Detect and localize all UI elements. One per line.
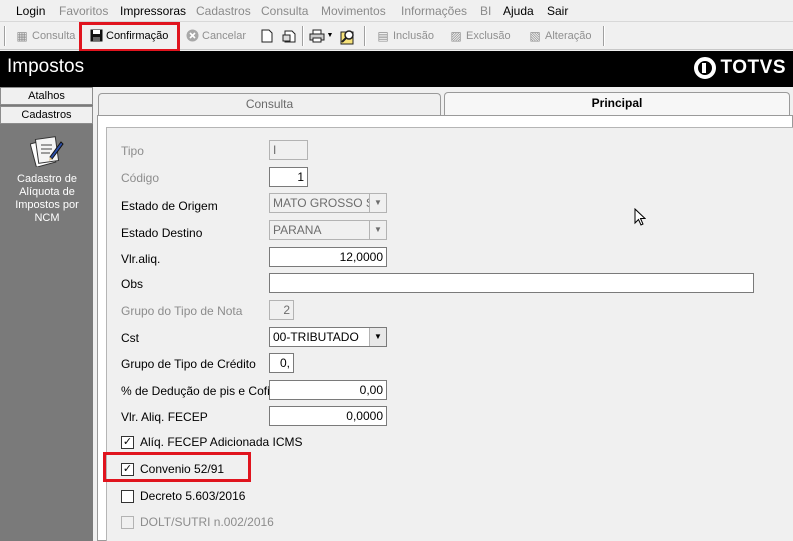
menu-cadastros[interactable]: Cadastros [196, 4, 251, 18]
checkbox-empty-icon[interactable] [121, 489, 134, 503]
left-panel: Atalhos Cadastros Cadastro de Alíquota d… [0, 87, 93, 541]
codigo-field[interactable]: 1 [269, 167, 308, 187]
edit-record-icon: ▧ [529, 29, 541, 43]
exclusao-button-label: Exclusão [466, 30, 511, 42]
alteracao-button[interactable]: ▧ Alteração [525, 25, 594, 47]
chevron-down-icon: ▼ [326, 32, 334, 39]
vlr-aliq-fecep-field[interactable]: 0,0000 [269, 406, 387, 426]
new-document-icon [260, 29, 274, 43]
cancel-icon [185, 29, 199, 43]
estado-destino-label: Estado Destino [121, 226, 203, 240]
checkmark-icon[interactable]: ✓ [121, 435, 134, 449]
obs-label: Obs [121, 277, 144, 291]
menu-impressoras[interactable]: Impressoras [120, 4, 186, 18]
search-help-button[interactable] [337, 25, 357, 47]
menu-consulta[interactable]: Consulta [261, 4, 308, 18]
decreto-checkbox[interactable]: Decreto 5.603/2016 [121, 489, 245, 503]
chevron-down-icon[interactable]: ▼ [369, 194, 386, 212]
vlr-aliq-fecep-label: Vlr. Aliq. FECEP [121, 410, 208, 424]
estado-origem-value: MATO GROSSO SU [273, 196, 383, 210]
grid-icon: ▦ [16, 29, 28, 43]
toolbar-separator [302, 26, 304, 46]
open-document-icon [282, 29, 296, 43]
cancelar-button[interactable]: Cancelar [182, 25, 249, 47]
cst-value: 00-TRIBUTADO [273, 330, 359, 344]
inclusao-button-label: Inclusão [393, 30, 434, 42]
obs-field[interactable] [269, 273, 754, 293]
vlr-aliq-label: Vlr.aliq. [121, 252, 161, 266]
chevron-down-icon[interactable]: ▼ [369, 221, 386, 239]
deducao-pis-cofins-field[interactable]: 0,00 [269, 380, 387, 400]
menu-ajuda[interactable]: Ajuda [503, 4, 534, 18]
atalhos-tab[interactable]: Atalhos [0, 87, 93, 105]
menu-movimentos[interactable]: Movimentos [321, 4, 386, 18]
title-bar: Impostos TOTVS [0, 51, 793, 87]
alteracao-button-label: Alteração [545, 30, 592, 42]
printer-icon [309, 29, 325, 43]
toolbar-separator [4, 26, 6, 46]
decreto-label: Decreto 5.603/2016 [140, 489, 246, 503]
highlight-convenio [103, 452, 251, 482]
cancelar-button-label: Cancelar [202, 30, 247, 42]
estado-destino-value: PARANA [273, 223, 322, 237]
open-document-button[interactable] [279, 25, 299, 47]
shortcut-cadastro-aliquota[interactable]: Cadastro de Alíquota de Impostos por NCM [8, 133, 86, 225]
menu-bi[interactable]: BI [480, 4, 491, 18]
vlr-aliq-field[interactable]: 12,0000 [269, 247, 387, 267]
highlight-confirmacao [79, 22, 180, 52]
menu-favoritos[interactable]: Favoritos [59, 4, 108, 18]
delete-record-icon: ▨ [450, 29, 462, 43]
cst-select[interactable]: 00-TRIBUTADO ▼ [269, 327, 387, 347]
fecep-icms-checkbox[interactable]: ✓ Alíq. FECEP Adicionada ICMS [121, 435, 303, 449]
exclusao-button[interactable]: ▨ Exclusão [446, 25, 514, 47]
grupo-tipo-nota-field[interactable]: 2 [269, 300, 294, 320]
menu-login[interactable]: Login [16, 4, 45, 18]
estado-origem-label: Estado de Origem [121, 199, 218, 213]
grupo-tipo-credito-field[interactable]: 0, [269, 353, 294, 373]
dolt-sutri-label: DOLT/SUTRI n.002/2016 [140, 515, 274, 529]
new-document-button[interactable] [257, 25, 277, 47]
tipo-field[interactable]: I [269, 140, 308, 160]
document-edit-icon [29, 133, 64, 168]
add-record-icon: ▤ [377, 29, 389, 43]
brand-name: TOTVS [720, 57, 786, 78]
consulta-button[interactable]: ▦ Consulta [12, 25, 78, 47]
totvs-logo-icon [693, 57, 716, 79]
toolbar-separator [603, 26, 605, 46]
tab-consulta[interactable]: Consulta [98, 93, 441, 115]
inclusao-button[interactable]: ▤ Inclusão [373, 25, 437, 47]
estado-destino-select[interactable]: PARANA ▼ [269, 220, 387, 240]
consulta-button-label: Consulta [32, 30, 76, 42]
chevron-down-icon[interactable]: ▼ [369, 328, 386, 346]
dolt-sutri-checkbox[interactable]: DOLT/SUTRI n.002/2016 [121, 515, 274, 529]
mouse-cursor-icon [634, 207, 647, 230]
fecep-icms-label: Alíq. FECEP Adicionada ICMS [140, 435, 303, 449]
estado-origem-select[interactable]: MATO GROSSO SU ▼ [269, 193, 387, 213]
tab-bar: Consulta Principal [93, 87, 793, 115]
cadastros-tab[interactable]: Cadastros [0, 106, 93, 124]
brand-logo: TOTVS [693, 57, 787, 79]
tab-principal[interactable]: Principal [444, 92, 790, 115]
codigo-label: Código [121, 171, 160, 185]
toolbar-separator [364, 26, 366, 46]
menu-informacoes[interactable]: Informações [401, 4, 467, 18]
checkbox-empty-icon[interactable] [121, 515, 134, 529]
deducao-pis-cofins-label: % de Dedução de pis e Cofir [121, 384, 274, 398]
search-help-icon [340, 29, 354, 45]
grupo-tipo-credito-label: Grupo de Tipo de Crédito [121, 357, 256, 371]
grupo-tipo-nota-label: Grupo do Tipo de Nota [121, 304, 243, 318]
cst-label: Cst [121, 331, 139, 345]
page-title: Impostos [7, 56, 85, 77]
print-button[interactable]: ▼ [306, 25, 337, 47]
menu-bar: Login Favoritos Impressoras Cadastros Co… [0, 0, 793, 22]
menu-sair[interactable]: Sair [547, 4, 568, 18]
shortcut-label: Cadastro de Alíquota de Impostos por NCM [15, 173, 79, 224]
tipo-label: Tipo [121, 144, 144, 158]
